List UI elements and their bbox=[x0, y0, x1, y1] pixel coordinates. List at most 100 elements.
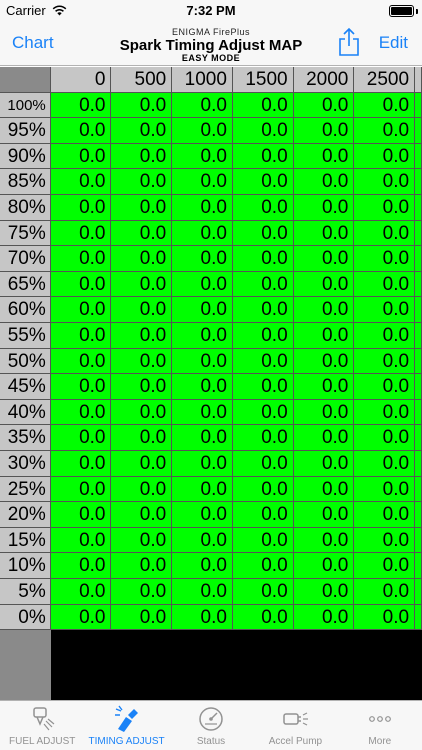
timing-cell[interactable]: 0.0 bbox=[172, 297, 233, 323]
timing-cell[interactable]: 0.0 bbox=[50, 374, 112, 400]
timing-cell[interactable]: 0.0 bbox=[172, 553, 233, 579]
timing-cell[interactable]: 0.0 bbox=[293, 143, 355, 170]
timing-cell[interactable]: 0.0 bbox=[232, 220, 294, 247]
timing-cell[interactable]: 0.0 bbox=[293, 195, 355, 221]
timing-cell[interactable]: 0.0 bbox=[354, 451, 416, 477]
timing-cell[interactable]: 0.0 bbox=[111, 374, 173, 400]
timing-cell[interactable]: 0.0 bbox=[50, 604, 112, 631]
timing-cell[interactable]: 0.0 bbox=[354, 553, 416, 579]
timing-cell[interactable]: 0.0 bbox=[111, 220, 173, 247]
timing-cell[interactable]: 0.0 bbox=[354, 195, 416, 221]
timing-cell[interactable]: 0.0 bbox=[293, 118, 355, 144]
timing-cell[interactable]: 0.0 bbox=[172, 271, 233, 298]
timing-cell[interactable]: 0.0 bbox=[293, 92, 355, 119]
timing-cell[interactable]: 0.0 bbox=[232, 271, 294, 298]
timing-cell[interactable]: 0.0 bbox=[172, 246, 233, 272]
timing-cell[interactable]: 0.0 bbox=[293, 579, 355, 605]
timing-cell[interactable]: 0.0 bbox=[293, 425, 355, 451]
timing-cell[interactable]: 0.0 bbox=[232, 527, 294, 554]
timing-cell[interactable]: 0.0 bbox=[111, 271, 173, 298]
timing-cell[interactable]: 0.0 bbox=[232, 348, 294, 375]
timing-cell[interactable]: 0.0 bbox=[293, 476, 355, 503]
timing-cell[interactable]: 0.0 bbox=[172, 374, 233, 400]
timing-cell[interactable]: 0.0 bbox=[172, 579, 233, 605]
timing-cell[interactable]: 0.0 bbox=[354, 374, 416, 400]
timing-cell[interactable]: 0.0 bbox=[293, 451, 355, 477]
tab-timing-adjust[interactable]: TIMING ADJUST bbox=[84, 701, 168, 750]
timing-cell[interactable]: 0.0 bbox=[354, 476, 416, 503]
timing-cell[interactable]: 0.0 bbox=[111, 553, 173, 579]
timing-cell[interactable]: 0.0 bbox=[50, 220, 112, 247]
timing-cell[interactable]: 0.0 bbox=[111, 399, 173, 426]
timing-cell[interactable]: 0.0 bbox=[232, 118, 294, 144]
timing-cell[interactable]: 0.0 bbox=[293, 348, 355, 375]
timing-cell[interactable]: 0.0 bbox=[172, 118, 233, 144]
timing-cell[interactable]: 0.0 bbox=[293, 246, 355, 272]
timing-cell[interactable]: 0.0 bbox=[50, 271, 112, 298]
timing-cell[interactable]: 0.0 bbox=[293, 553, 355, 579]
timing-cell[interactable]: 0.0 bbox=[172, 527, 233, 554]
timing-cell[interactable]: 0.0 bbox=[354, 323, 416, 349]
timing-cell[interactable]: 0.0 bbox=[354, 169, 416, 195]
timing-cell[interactable]: 0.0 bbox=[50, 425, 112, 451]
timing-cell[interactable]: 0.0 bbox=[50, 297, 112, 323]
timing-cell[interactable]: 0.0 bbox=[50, 527, 112, 554]
timing-cell[interactable]: 0.0 bbox=[50, 118, 112, 144]
timing-cell[interactable]: 0.0 bbox=[111, 92, 173, 119]
tab-status[interactable]: Status bbox=[169, 701, 253, 750]
timing-cell[interactable]: 0.0 bbox=[172, 92, 233, 119]
timing-cell[interactable]: 0.0 bbox=[111, 297, 173, 323]
timing-cell[interactable]: 0.0 bbox=[232, 169, 294, 195]
timing-cell[interactable]: 0.0 bbox=[232, 143, 294, 170]
timing-cell[interactable]: 0.0 bbox=[50, 399, 112, 426]
timing-cell[interactable]: 0.0 bbox=[172, 169, 233, 195]
timing-cell[interactable]: 0.0 bbox=[111, 425, 173, 451]
timing-cell[interactable]: 0.0 bbox=[293, 374, 355, 400]
timing-cell[interactable]: 0.0 bbox=[50, 246, 112, 272]
timing-cell[interactable]: 0.0 bbox=[50, 169, 112, 195]
timing-cell[interactable]: 0.0 bbox=[172, 348, 233, 375]
timing-cell[interactable]: 0.0 bbox=[172, 451, 233, 477]
timing-cell[interactable]: 0.0 bbox=[232, 604, 294, 631]
timing-cell[interactable]: 0.0 bbox=[50, 195, 112, 221]
edit-button[interactable]: Edit bbox=[379, 33, 408, 53]
timing-cell[interactable]: 0.0 bbox=[111, 348, 173, 375]
timing-cell[interactable]: 0.0 bbox=[111, 143, 173, 170]
timing-cell[interactable]: 0.0 bbox=[354, 425, 416, 451]
tab-accel-pump[interactable]: Accel Pump bbox=[253, 701, 337, 750]
tab-more[interactable]: More bbox=[338, 701, 422, 750]
timing-cell[interactable]: 0.0 bbox=[50, 579, 112, 605]
timing-cell[interactable]: 0.0 bbox=[111, 246, 173, 272]
timing-cell[interactable]: 0.0 bbox=[293, 220, 355, 247]
timing-cell[interactable]: 0.0 bbox=[111, 476, 173, 503]
timing-cell[interactable]: 0.0 bbox=[172, 502, 233, 528]
timing-cell[interactable]: 0.0 bbox=[232, 195, 294, 221]
timing-cell[interactable]: 0.0 bbox=[293, 502, 355, 528]
timing-cell[interactable]: 0.0 bbox=[172, 195, 233, 221]
timing-cell[interactable]: 0.0 bbox=[50, 92, 112, 119]
timing-cell[interactable]: 0.0 bbox=[232, 297, 294, 323]
timing-cell[interactable]: 0.0 bbox=[232, 246, 294, 272]
timing-cell[interactable]: 0.0 bbox=[354, 92, 416, 119]
timing-cell[interactable]: 0.0 bbox=[111, 169, 173, 195]
timing-cell[interactable]: 0.0 bbox=[232, 399, 294, 426]
timing-cell[interactable]: 0.0 bbox=[354, 271, 416, 298]
timing-cell[interactable]: 0.0 bbox=[232, 323, 294, 349]
timing-cell[interactable]: 0.0 bbox=[50, 476, 112, 503]
timing-cell[interactable]: 0.0 bbox=[232, 451, 294, 477]
timing-cell[interactable]: 0.0 bbox=[50, 348, 112, 375]
timing-cell[interactable]: 0.0 bbox=[232, 579, 294, 605]
timing-cell[interactable]: 0.0 bbox=[293, 297, 355, 323]
timing-cell[interactable]: 0.0 bbox=[172, 143, 233, 170]
timing-cell[interactable]: 0.0 bbox=[293, 604, 355, 631]
timing-cell[interactable]: 0.0 bbox=[354, 527, 416, 554]
timing-cell[interactable]: 0.0 bbox=[232, 92, 294, 119]
timing-cell[interactable]: 0.0 bbox=[232, 476, 294, 503]
timing-cell[interactable]: 0.0 bbox=[50, 502, 112, 528]
timing-cell[interactable]: 0.0 bbox=[111, 604, 173, 631]
timing-cell[interactable]: 0.0 bbox=[354, 348, 416, 375]
timing-cell[interactable]: 0.0 bbox=[354, 604, 416, 631]
timing-cell[interactable]: 0.0 bbox=[354, 220, 416, 247]
timing-cell[interactable]: 0.0 bbox=[50, 451, 112, 477]
timing-cell[interactable]: 0.0 bbox=[111, 195, 173, 221]
